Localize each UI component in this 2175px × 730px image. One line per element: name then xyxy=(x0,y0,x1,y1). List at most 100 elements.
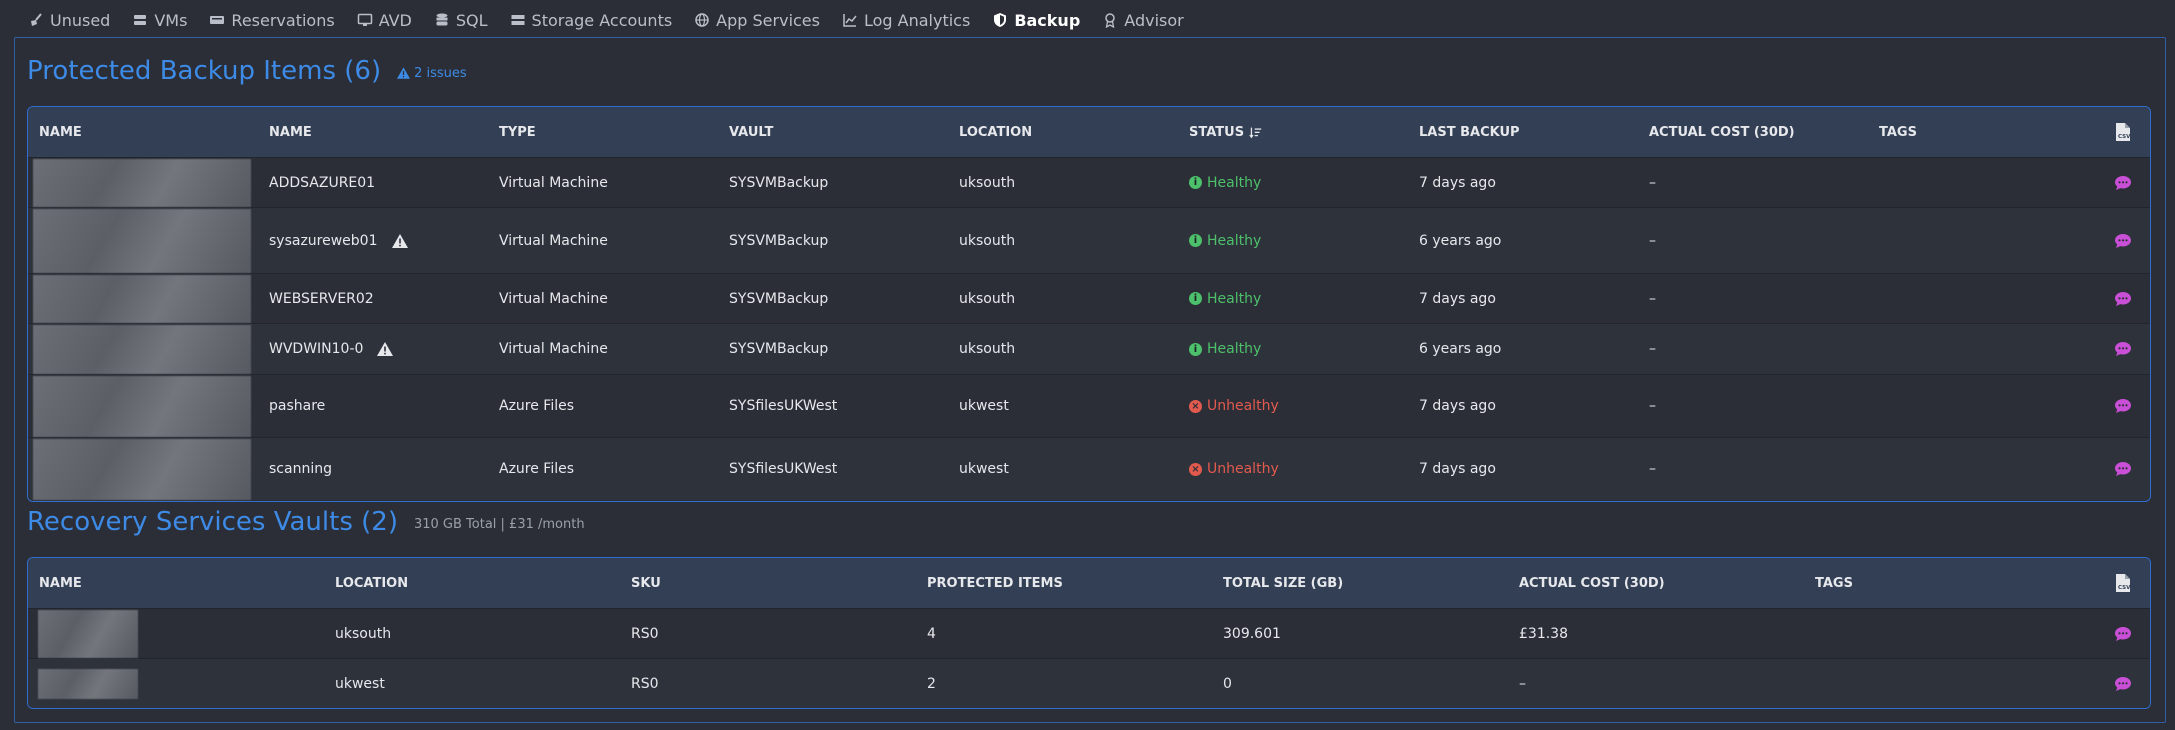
vault-sku: RS0 xyxy=(631,625,659,642)
tab-backup[interactable]: Backup xyxy=(992,11,1080,30)
backup-items-header: Protected Backup Items (6) 2 issues xyxy=(27,56,467,86)
col-actual-cost[interactable]: Actual Cost (30D) xyxy=(1508,576,1804,591)
item-vault: SYSVMBackup xyxy=(729,290,829,307)
status-text: Healthy xyxy=(1207,174,1262,191)
tab-label: SQL xyxy=(455,10,488,30)
server-icon xyxy=(132,12,148,28)
tab-reservations[interactable]: Reservations xyxy=(209,10,335,30)
backup-items-title: Protected Backup Items (6) xyxy=(27,56,382,86)
shield-icon xyxy=(992,12,1008,28)
table-header: Name Location SKU Protected Items Total … xyxy=(28,558,2150,608)
csv-file-icon: CSV xyxy=(2116,123,2131,141)
error-icon: × xyxy=(1189,462,1202,476)
export-csv-button[interactable]: CSV xyxy=(2103,122,2150,142)
col-protected-items[interactable]: Protected Items xyxy=(916,576,1212,591)
col-tags[interactable]: Tags xyxy=(1868,125,2098,140)
storage-icon xyxy=(510,12,526,28)
col-location[interactable]: Location xyxy=(324,576,620,591)
comment-icon[interactable] xyxy=(2114,340,2132,358)
col-last-backup[interactable]: Last Backup xyxy=(1408,125,1638,140)
comment-icon[interactable] xyxy=(2114,675,2132,693)
resource-tabs: Unused VMs Reservations AVD SQL Storage … xyxy=(0,0,2175,40)
tab-sql[interactable]: SQL xyxy=(434,11,488,30)
table-row[interactable]: ADDSAZURE01 Virtual Machine SYSVMBackup … xyxy=(28,157,2150,207)
col-actual-cost[interactable]: Actual Cost (30D) xyxy=(1638,125,1868,140)
col-name-image[interactable]: Name xyxy=(28,125,258,140)
item-last-backup: 6 years ago xyxy=(1419,341,1502,357)
status-text: Healthy xyxy=(1207,341,1262,357)
tab-unused[interactable]: Unused xyxy=(28,11,110,30)
table-row[interactable]: sysazureweb01 Virtual Machine SYSVMBacku… xyxy=(28,207,2150,273)
tab-app-services[interactable]: App Services xyxy=(694,11,820,30)
col-name[interactable]: Name xyxy=(258,125,488,140)
col-status[interactable]: Status xyxy=(1178,125,1408,140)
col-tags[interactable]: Tags xyxy=(1804,576,2100,591)
vault-protected-items: 2 xyxy=(927,675,936,692)
tab-vms[interactable]: VMs xyxy=(132,11,187,30)
comment-icon[interactable] xyxy=(2114,232,2132,250)
tab-label: App Services xyxy=(716,10,820,30)
status-badge: i Healthy xyxy=(1189,291,1261,307)
item-cost: – xyxy=(1649,174,1656,191)
col-type[interactable]: Type xyxy=(488,125,718,140)
tab-label: Backup xyxy=(1014,10,1081,30)
col-vault[interactable]: Vault xyxy=(718,125,948,140)
table-row[interactable]: uksouth RS0 4 309.601 £31.38 xyxy=(28,608,2150,658)
tab-storage-accounts[interactable]: Storage Accounts xyxy=(510,10,673,30)
tab-label: Storage Accounts xyxy=(531,10,673,30)
database-icon xyxy=(434,12,450,28)
item-location: uksouth xyxy=(959,290,1016,307)
item-type: Virtual Machine xyxy=(499,290,608,307)
tab-label: Reservations xyxy=(231,10,335,30)
item-type: Virtual Machine xyxy=(499,174,608,191)
redacted-thumbnail xyxy=(33,208,251,273)
item-last-backup: 7 days ago xyxy=(1419,290,1496,307)
warning-icon[interactable] xyxy=(377,341,394,357)
backup-items-table: Name Name Type Vault Location Status Las… xyxy=(27,106,2151,502)
error-icon: × xyxy=(1189,399,1202,413)
issues-link[interactable]: 2 issues xyxy=(397,66,467,81)
col-total-size[interactable]: Total Size (GB) xyxy=(1212,576,1508,591)
broom-icon xyxy=(28,12,44,28)
vault-sku: RS0 xyxy=(631,675,659,692)
comment-icon[interactable] xyxy=(2114,397,2132,415)
item-name: WEBSERVER02 xyxy=(269,290,374,307)
comment-icon[interactable] xyxy=(2114,460,2132,478)
table-row[interactable]: WVDWIN10-0 Virtual Machine SYSVMBackup u… xyxy=(28,323,2150,374)
table-row[interactable]: pashare Azure Files SYSfilesUKWest ukwes… xyxy=(28,374,2150,437)
table-row[interactable]: WEBSERVER02 Virtual Machine SYSVMBackup … xyxy=(28,273,2150,323)
tab-avd[interactable]: AVD xyxy=(357,11,412,30)
vault-protected-items: 4 xyxy=(927,625,936,642)
desktop-icon xyxy=(357,12,373,28)
col-location[interactable]: Location xyxy=(948,125,1178,140)
item-cost: – xyxy=(1649,461,1656,477)
item-type: Virtual Machine xyxy=(499,232,608,249)
col-name[interactable]: Name xyxy=(28,576,324,591)
redacted-thumbnail xyxy=(33,438,251,500)
info-icon: i xyxy=(1189,342,1202,356)
tab-label: AVD xyxy=(378,10,412,30)
item-cost: – xyxy=(1649,398,1656,414)
sort-desc-icon[interactable] xyxy=(1249,126,1262,139)
export-csv-button[interactable]: CSV xyxy=(2103,573,2150,593)
tab-advisor[interactable]: Advisor xyxy=(1102,11,1184,30)
comment-icon[interactable] xyxy=(2114,290,2132,308)
comment-icon[interactable] xyxy=(2114,625,2132,643)
tab-label: Unused xyxy=(50,10,111,30)
table-row[interactable]: ukwest RS0 2 0 – xyxy=(28,658,2150,708)
item-name: pashare xyxy=(269,398,326,414)
item-vault: SYSVMBackup xyxy=(729,232,829,249)
info-icon: i xyxy=(1189,234,1202,247)
warning-icon[interactable] xyxy=(391,233,408,249)
tab-label: Log Analytics xyxy=(863,10,971,30)
vault-total-size: 0 xyxy=(1223,675,1232,692)
svg-text:CSV: CSV xyxy=(2118,585,2131,591)
table-row[interactable]: scanning Azure Files SYSfilesUKWest ukwe… xyxy=(28,437,2150,500)
vault-total-size: 309.601 xyxy=(1223,625,1281,642)
tab-log-analytics[interactable]: Log Analytics xyxy=(842,11,970,30)
col-sku[interactable]: SKU xyxy=(620,576,916,591)
vault-cost: – xyxy=(1519,675,1526,692)
vaults-header: Recovery Services Vaults (2) 310 GB Tota… xyxy=(27,507,585,537)
comment-icon[interactable] xyxy=(2114,174,2132,192)
status-badge: i Healthy xyxy=(1189,341,1261,357)
